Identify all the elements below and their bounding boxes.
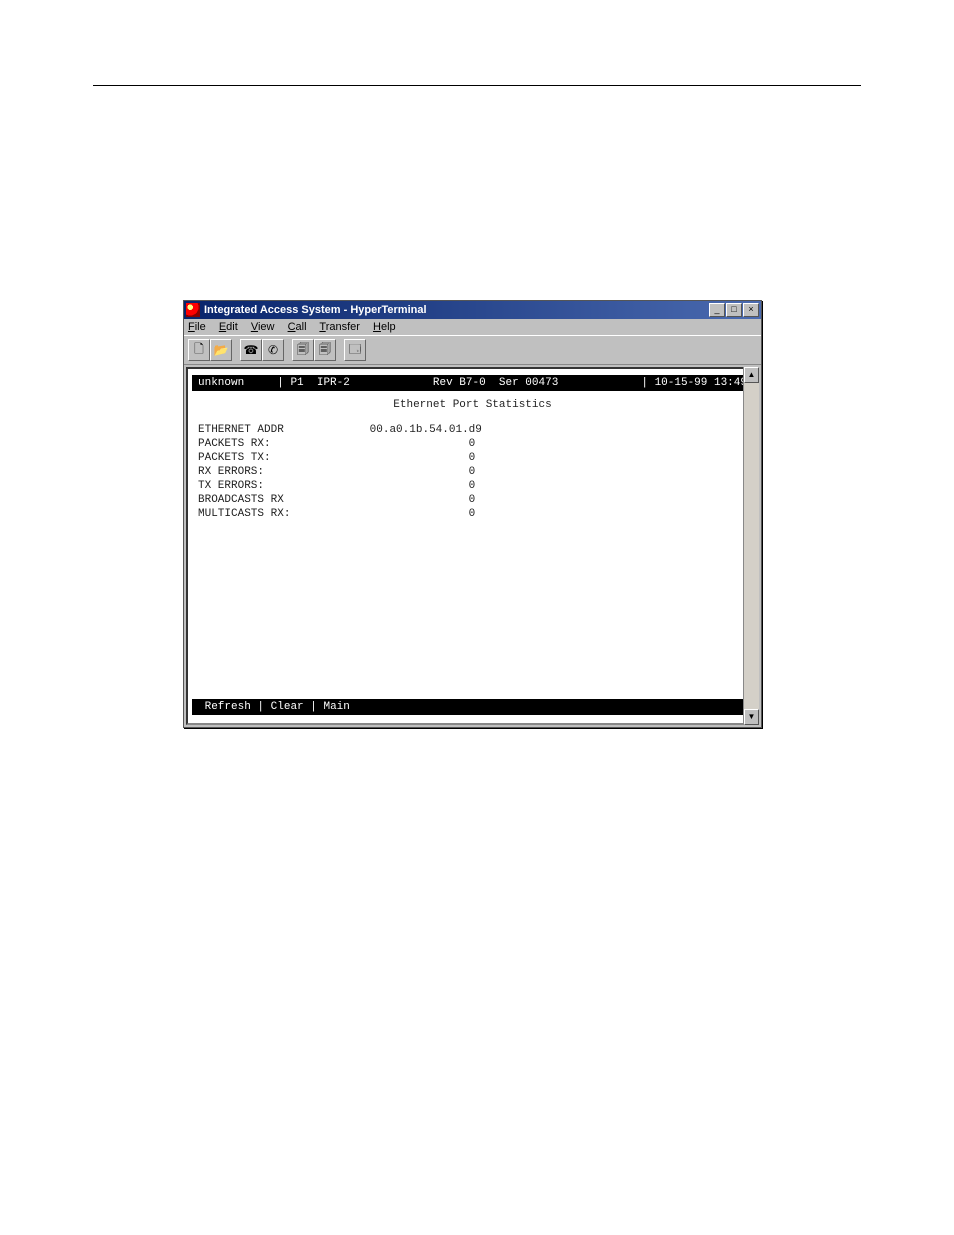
- menu-view[interactable]: View: [251, 321, 275, 333]
- open-button[interactable]: 📂: [210, 339, 232, 361]
- terminal-header-bar: unknown | P1 IPR-2 Rev B7-0 Ser 00473 | …: [192, 375, 753, 391]
- footer-refresh[interactable]: Refresh: [205, 701, 251, 713]
- footer-main[interactable]: Main: [323, 701, 349, 713]
- stat-broadcasts-rx: BROADCASTS RX 0: [198, 493, 753, 507]
- terminal-screen[interactable]: unknown | P1 IPR-2 Rev B7-0 Ser 00473 | …: [186, 367, 759, 725]
- menubar: File Edit View Call Transfer Help: [184, 319, 761, 335]
- menu-file[interactable]: File: [188, 321, 206, 333]
- stat-rx-errors: RX ERRORS: 0: [198, 465, 753, 479]
- app-window: Integrated Access System - HyperTerminal…: [183, 300, 762, 728]
- footer-clear[interactable]: Clear: [271, 701, 304, 713]
- header-right: | 10-15-99 13:49: [641, 377, 747, 389]
- scroll-up-button[interactable]: ▲: [744, 367, 759, 383]
- page-rule: [93, 85, 861, 86]
- titlebar[interactable]: Integrated Access System - HyperTerminal…: [184, 301, 761, 319]
- stat-ethernet-addr: ETHERNET ADDR 00.a0.1b.54.01.d9: [198, 423, 753, 437]
- stat-packets-rx: PACKETS RX: 0: [198, 437, 753, 451]
- menu-transfer[interactable]: Transfer: [319, 321, 360, 333]
- menu-call[interactable]: Call: [288, 321, 307, 333]
- stat-multicasts-rx: MULTICASTS RX: 0: [198, 507, 753, 521]
- stat-packets-tx: PACKETS TX: 0: [198, 451, 753, 465]
- window-title: Integrated Access System - HyperTerminal: [204, 304, 709, 316]
- scroll-down-button[interactable]: ▼: [744, 709, 759, 725]
- close-button[interactable]: ×: [743, 303, 759, 317]
- receive-button[interactable]: 🗐: [314, 339, 336, 361]
- toolbar: 🗋 📂 ☎ ✆ 🗐 🗐 🗔: [184, 335, 761, 365]
- properties-button[interactable]: 🗔: [344, 339, 366, 361]
- terminal-footer-bar: Refresh | Clear | Main: [192, 699, 753, 715]
- screen-title: Ethernet Port Statistics: [192, 399, 753, 411]
- vertical-scrollbar[interactable]: ▲ ▼: [743, 367, 759, 725]
- window-controls: _ □ ×: [709, 303, 759, 317]
- header-mid: Rev B7-0 Ser 00473: [433, 377, 558, 389]
- scroll-track[interactable]: [744, 383, 759, 709]
- maximize-button[interactable]: □: [726, 303, 742, 317]
- terminal-container: unknown | P1 IPR-2 Rev B7-0 Ser 00473 | …: [184, 365, 761, 727]
- app-icon: [186, 303, 200, 317]
- new-button[interactable]: 🗋: [188, 339, 210, 361]
- connect-button[interactable]: ☎: [240, 339, 262, 361]
- stat-tx-errors: TX ERRORS: 0: [198, 479, 753, 493]
- send-button[interactable]: 🗐: [292, 339, 314, 361]
- menu-help[interactable]: Help: [373, 321, 396, 333]
- minimize-button[interactable]: _: [709, 303, 725, 317]
- header-left: unknown | P1 IPR-2: [198, 377, 350, 389]
- disconnect-button[interactable]: ✆: [262, 339, 284, 361]
- menu-edit[interactable]: Edit: [219, 321, 238, 333]
